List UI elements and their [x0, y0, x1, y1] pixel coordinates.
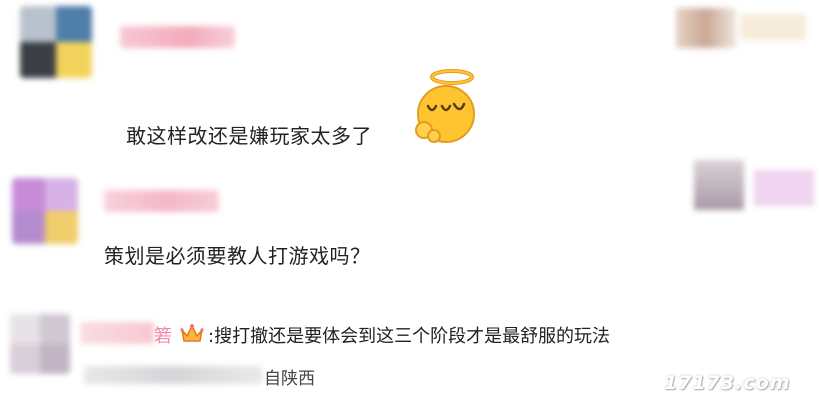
comment-2-right-name: [754, 170, 814, 206]
comment-1-top-right-name: [740, 14, 806, 40]
comment-3-username-blur[interactable]: [80, 322, 154, 344]
comment-3-meta-blur: [84, 366, 262, 384]
comment-2-right-avatar: [694, 160, 744, 210]
comment-1-text: 敢这样改还是嫌玩家太多了: [126, 124, 372, 148]
comment-1-username[interactable]: [120, 26, 235, 48]
comment-3-text: :搜打撤还是要体会到这三个阶段才是最舒服的玩法: [208, 326, 611, 347]
comment-3-avatar[interactable]: [10, 314, 70, 374]
comment-2-avatar[interactable]: [12, 178, 78, 244]
watermark-logo: 17173.com: [664, 372, 791, 394]
angel-face-emoji-icon: [412, 68, 478, 150]
comment-3-location: 自陕西: [264, 369, 315, 389]
comment-3-username-tail[interactable]: 箬: [154, 322, 172, 348]
comment-1-avatar[interactable]: [20, 6, 92, 78]
comment-2-text: 策划是必须要教人打游戏吗？: [104, 244, 371, 268]
comment-1-top-right-avatar: [676, 8, 736, 48]
crown-badge-icon: [180, 322, 204, 344]
comment-2-username[interactable]: [104, 190, 219, 212]
